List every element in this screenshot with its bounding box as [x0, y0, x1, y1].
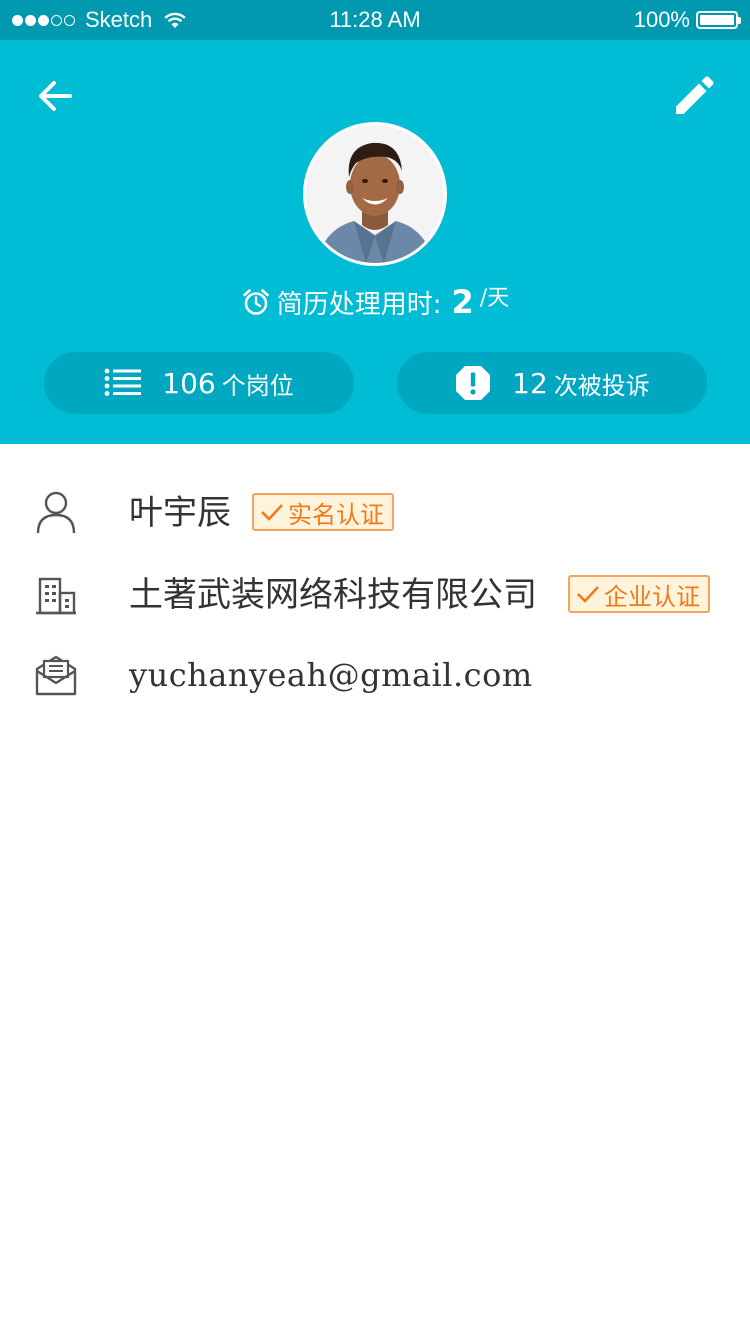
status-right: 100%: [633, 0, 741, 40]
real-name-verified-label: 实名认证: [288, 500, 384, 529]
arrow-left-icon: [39, 81, 72, 111]
processing-unit: /天: [479, 286, 510, 311]
jobs-label: 个岗位: [221, 371, 294, 400]
battery-percentage: 100%: [633, 7, 690, 32]
avatar-photo: [306, 125, 444, 263]
status-bar: Sketch 11:28 AM 100%: [0, 0, 750, 40]
complaints-label: 次被投诉: [553, 371, 650, 400]
user-name: 叶宇辰: [129, 493, 231, 533]
name-row: 叶宇辰 实名认证: [0, 483, 750, 543]
jobs-count-button[interactable]: 106 个岗位: [44, 352, 354, 414]
email-row: yuchanyeah@gmail.com: [0, 645, 750, 705]
avatar[interactable]: [303, 122, 447, 266]
alarm-clock-icon: [242, 289, 269, 315]
complaints-count: 12: [512, 366, 548, 400]
jobs-count: 106: [162, 366, 216, 400]
processing-label: 简历处理用时:: [276, 289, 442, 320]
list-icon: [104, 368, 142, 396]
profile-header: 简历处理用时: 2 /天 106 个岗位 12 次被投诉: [0, 40, 750, 444]
resume-processing-time: 简历处理用时: 2 /天: [0, 280, 750, 324]
company-verified-badge: 企业认证: [568, 575, 710, 613]
complaints-count-button[interactable]: 12 次被投诉: [397, 352, 707, 414]
envelope-icon: [35, 655, 77, 696]
company-verified-label: 企业认证: [604, 582, 700, 611]
processing-value: 2: [451, 283, 474, 321]
company-row: 土著武装网络科技有限公司 企业认证: [0, 565, 750, 625]
check-icon: [577, 586, 599, 603]
alert-icon: [456, 366, 491, 400]
company-name: 土著武装网络科技有限公司: [129, 575, 537, 615]
building-icon: [36, 577, 76, 615]
email-address[interactable]: yuchanyeah@gmail.com: [129, 645, 533, 705]
back-button[interactable]: [30, 74, 82, 118]
check-icon: [261, 504, 283, 521]
edit-button[interactable]: [668, 74, 720, 122]
pencil-icon: [676, 76, 714, 114]
real-name-verified-badge: 实名认证: [252, 493, 394, 531]
battery-icon: [696, 11, 741, 29]
user-icon: [36, 491, 76, 534]
